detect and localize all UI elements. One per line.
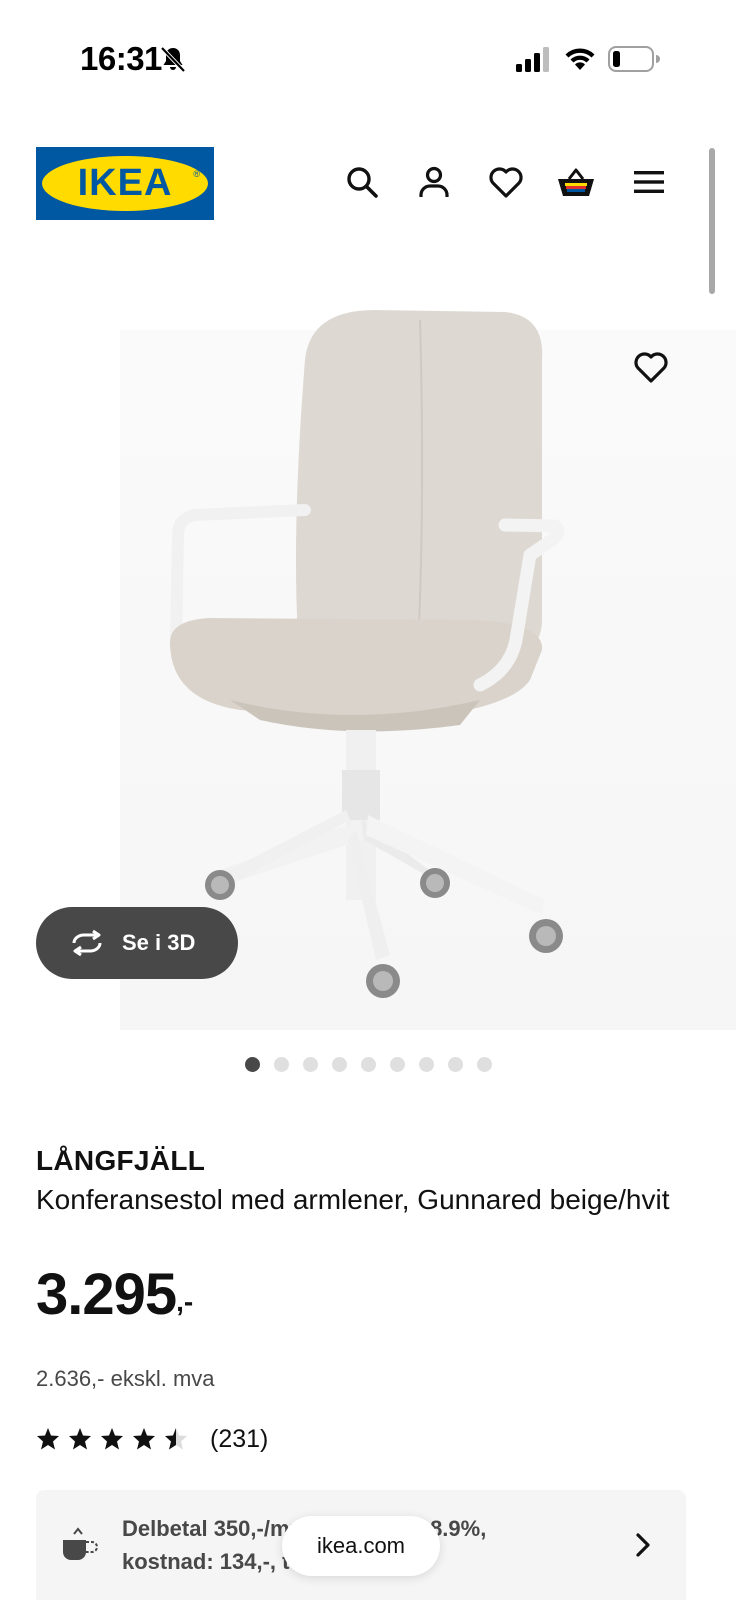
rating-count: (231) [210,1424,269,1453]
site-header: IKEA ® [0,140,736,230]
product-price: 3.295 ,- [36,1262,193,1328]
carousel-dot-2[interactable] [273,1057,289,1072]
account-icon[interactable] [414,162,454,202]
search-icon[interactable] [342,162,382,202]
product-name: LÅNGFJÄLL [36,1145,206,1176]
heart-icon [634,352,668,383]
carousel-dot-5[interactable] [360,1057,376,1072]
carousel-dot-4[interactable] [331,1057,347,1072]
carousel-dot-6[interactable] [389,1057,405,1072]
ikea-logo[interactable]: IKEA ® [36,147,214,220]
product-description: Konferansestol med armlener, Gunnared be… [36,1184,670,1215]
add-to-wishlist-button[interactable] [624,340,678,394]
chevron-right-icon[interactable] [630,1532,656,1558]
carousel-dot-3[interactable] [302,1057,318,1072]
rotate-3d-icon [72,929,102,957]
carousel-dot-8[interactable] [447,1057,463,1072]
page-scrollbar[interactable] [709,148,715,294]
product-rating[interactable]: (231) [36,1424,268,1454]
logo-text: IKEA [77,162,173,204]
battery-icon [608,46,660,72]
browser-url-pill[interactable]: ikea.com [282,1516,440,1576]
payment-plan-icon [63,1527,98,1560]
view-in-3d-label: Se i 3D [122,930,196,955]
heart-icon[interactable] [486,162,526,202]
menu-icon[interactable] [629,162,669,202]
shopping-bag-icon[interactable] [556,162,596,202]
carousel-dots [0,1057,736,1073]
price-excluding-vat: 2.636,- ekskl. mva [36,1366,215,1391]
product-image-gallery[interactable]: Se i 3D [0,300,736,1040]
logo-registered-mark: ® [193,169,200,179]
star-full-icon [69,1428,91,1450]
carousel-dot-7[interactable] [418,1057,434,1072]
carousel-dot-9[interactable] [476,1057,492,1072]
status-bar: 16:31 [0,0,736,120]
status-time: 16:31 [80,40,162,77]
view-in-3d-button[interactable]: Se i 3D [36,907,238,979]
star-full-icon [133,1428,155,1450]
star-half-icon [165,1428,187,1450]
carousel-dot-1[interactable] [244,1057,260,1072]
signal-icon [516,47,549,72]
star-full-icon [37,1428,59,1450]
star-full-icon [101,1428,123,1450]
price-suffix: ,- [176,1286,194,1317]
price-amount: 3.295 [36,1262,177,1327]
wifi-icon [565,48,595,70]
bell-slash-icon [160,46,186,73]
